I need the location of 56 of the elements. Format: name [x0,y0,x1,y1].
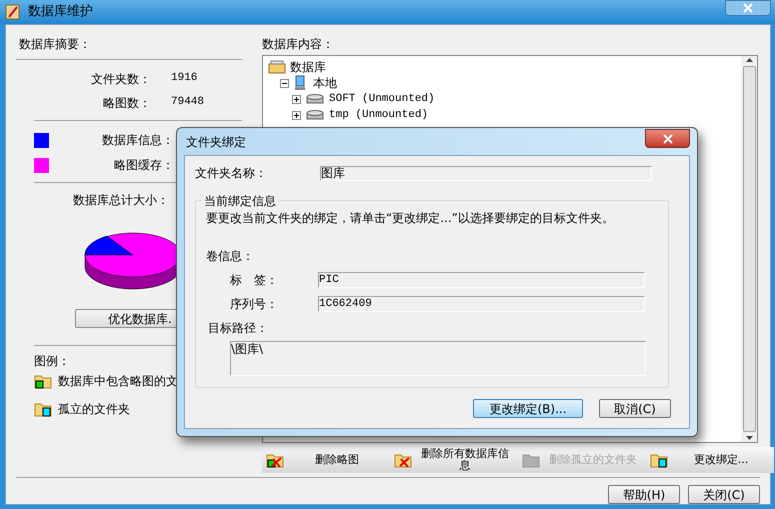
tree-item[interactable]: 数据库 [290,58,326,76]
folder-icon [266,452,284,468]
database-icon [268,59,286,75]
field-value: PIC [318,272,645,288]
folder-icon [34,373,52,389]
section-heading: 数据库摘要： [18,36,92,53]
stat-label: 略图数： [102,95,151,112]
dialog-button[interactable]: 关闭(C) [688,485,760,504]
stat-label: 文件夹数： [90,71,151,88]
dialog-button[interactable]: 取消(C) [599,399,671,418]
app-icon [4,3,22,21]
drive-icon [305,93,325,105]
instruction-text: 要更改当前文件夹的绑定，请单击“更改绑定...”以选择要绑定的目标文件夹。 [206,210,615,227]
tree-item[interactable]: tmp (Unmounted) [329,106,428,124]
section-heading: 数据库内容： [262,36,335,53]
action-button[interactable]: 删除所有数据库信息 [390,447,518,473]
section-label: 卷信息： [206,248,255,265]
close-icon [743,3,753,13]
scroll-thumb[interactable] [742,66,756,432]
close-button[interactable] [725,0,771,16]
dialog-title: 文件夹绑定 [186,134,246,150]
legend-heading: 图例： [34,353,71,370]
field-label: 序列号： [229,296,279,313]
scroll-up-icon[interactable] [746,58,752,62]
field-label: 文件夹名称： [195,165,268,182]
close-button[interactable] [645,129,690,148]
tree-item[interactable]: 本地 [313,74,337,92]
dialog-button[interactable]: 更改绑定(B)... [473,399,583,418]
legend-label: 孤立的文件夹 [58,401,130,418]
tree-item[interactable]: SOFT (Unmounted) [329,90,435,108]
drive-icon [305,109,325,121]
close-icon [662,134,672,144]
group-title: 当前绑定信息 [202,192,278,210]
field-value: 1C662409 [318,296,645,312]
legend-label: 数据库中包含略图的文 [58,373,178,390]
folder-icon [34,401,52,417]
size-label: 略图缓存： [113,157,174,174]
dialog-button[interactable]: 帮助(H) [608,485,680,504]
action-button[interactable]: 删除略图 [262,447,390,473]
expand-icon[interactable] [292,110,301,120]
action-button[interactable]: 更改绑定... [646,447,774,473]
folder-icon [394,452,412,468]
scroll-down-icon[interactable] [746,436,752,440]
stat-value: 1916 [171,71,198,86]
folder-name-field: 图库 [320,166,652,180]
path-field: \图库\ [230,341,646,376]
expand-icon[interactable] [292,94,301,104]
stat-value: 79448 [171,95,206,110]
folder-icon [522,452,540,468]
size-label: 数据库信息： [101,132,174,149]
collapse-icon[interactable] [280,78,289,88]
folder-icon [650,452,668,468]
total-size-label: 数据库总计大小： [73,192,169,209]
scrollbar[interactable] [741,56,757,442]
window-title: 数据库维护 [28,3,93,22]
field-label: 标 签： [229,272,279,289]
